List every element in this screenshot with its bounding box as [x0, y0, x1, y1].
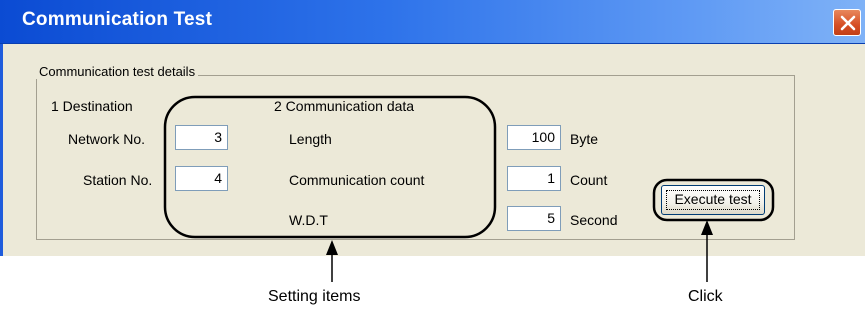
- execute-button-outline: [652, 178, 775, 222]
- setting-items-arrowhead: [326, 240, 338, 255]
- setting-items-outline: [163, 95, 497, 239]
- click-annotation: Click: [688, 288, 723, 305]
- click-arrowhead: [701, 220, 713, 235]
- callout-overlay: [163, 95, 775, 282]
- setting-items-annotation: Setting items: [268, 288, 361, 305]
